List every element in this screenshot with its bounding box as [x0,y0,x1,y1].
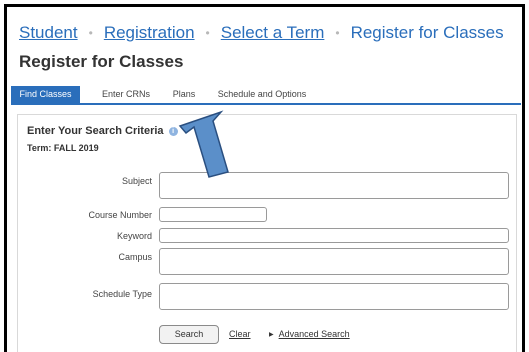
course-number-label: Course Number [88,210,152,220]
keyword-label: Keyword [116,231,152,241]
search-criteria-heading: Enter Your Search Criteria i [27,125,178,137]
search-criteria-panel: Enter Your Search Criteria i Term: FALL … [17,114,517,352]
schedule-type-field[interactable] [159,283,509,310]
breadcrumb-registration[interactable]: Registration [104,23,195,43]
campus-label: Campus [118,252,152,262]
tab-find-classes[interactable]: Find Classes [11,86,80,103]
tab-schedule-options[interactable]: Schedule and Options [212,86,312,103]
caret-right-icon: ▶ [269,332,274,338]
course-number-field[interactable] [159,207,267,222]
page-title: Register for Classes [19,52,184,71]
search-button[interactable]: Search [159,325,219,344]
campus-field[interactable] [159,248,509,275]
keyword-field[interactable] [159,228,509,243]
term-label: Term: FALL 2019 [27,143,99,153]
breadcrumb-separator: • [335,26,340,40]
subject-label: Subject [121,176,152,186]
tab-bar: Find Classes Enter CRNs Plans Schedule a… [11,86,521,105]
subject-field[interactable] [159,172,509,199]
app-frame: Student • Registration • Select a Term •… [4,4,525,352]
advanced-search-link[interactable]: ▶ Advanced Search [269,329,350,339]
breadcrumb-separator: • [88,26,93,40]
clear-link[interactable]: Clear [229,329,251,339]
search-criteria-heading-text: Enter Your Search Criteria [27,125,164,137]
tab-enter-crns[interactable]: Enter CRNs [97,86,155,103]
breadcrumb: Student • Registration • Select a Term •… [19,21,504,45]
breadcrumb-select-term[interactable]: Select a Term [221,23,325,43]
schedule-type-label: Schedule Type [92,289,152,299]
breadcrumb-separator: • [205,26,210,40]
info-icon[interactable]: i [168,126,178,136]
tab-plans[interactable]: Plans [169,86,199,103]
breadcrumb-current: Register for Classes [350,23,504,42]
breadcrumb-student[interactable]: Student [19,23,78,43]
advanced-search-label: Advanced Search [278,329,350,339]
